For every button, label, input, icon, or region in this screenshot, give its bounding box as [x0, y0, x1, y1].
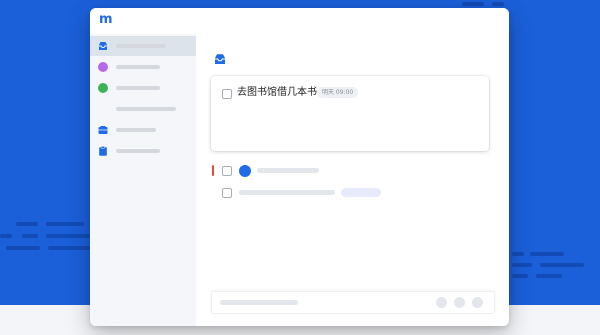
- folder-icon: [98, 126, 108, 134]
- quick-add-input[interactable]: [220, 300, 298, 305]
- date-button[interactable]: [436, 297, 447, 308]
- sidebar-item-label: [116, 107, 176, 111]
- decorative-line: [512, 263, 532, 267]
- sidebar-item-folder[interactable]: [90, 120, 196, 140]
- priority-button[interactable]: [454, 297, 465, 308]
- task-title-placeholder: [257, 168, 319, 173]
- sidebar-item-list-green[interactable]: [90, 78, 196, 98]
- task-title-placeholder: [239, 190, 335, 195]
- green-dot-icon: [98, 83, 108, 93]
- decorative-line: [48, 246, 90, 250]
- app-window: m 去图书馆借几本书 明天 09:00: [90, 8, 509, 326]
- decorative-line: [530, 252, 564, 256]
- decorative-line: [540, 263, 584, 267]
- title-bar: m: [90, 8, 509, 35]
- avatar: [239, 165, 251, 177]
- task-checkbox[interactable]: [222, 89, 232, 99]
- sidebar-item-label: [116, 128, 156, 132]
- app-logo: m: [99, 12, 113, 27]
- sidebar-item-label: [116, 44, 166, 48]
- sidebar-item-label: [116, 65, 160, 69]
- due-date-tag[interactable]: 明天 09:00: [317, 87, 359, 98]
- decorative-line: [512, 252, 524, 256]
- task-row[interactable]: [196, 183, 509, 203]
- priority-marker: [212, 165, 214, 176]
- tag-placeholder: [341, 188, 381, 197]
- purple-dot-icon: [98, 62, 108, 72]
- sidebar-item-list-purple[interactable]: [90, 57, 196, 77]
- task-row[interactable]: [196, 161, 509, 181]
- decorative-line: [492, 2, 504, 6]
- sidebar: [90, 34, 196, 326]
- inbox-icon: [215, 54, 225, 64]
- decorative-line: [536, 274, 562, 278]
- task-card[interactable]: 去图书馆借几本书 明天 09:00: [211, 76, 489, 151]
- decorative-line: [22, 234, 38, 238]
- sidebar-item-label: [116, 86, 160, 90]
- decorative-line: [16, 222, 38, 226]
- decorative-line: [6, 246, 40, 250]
- main-content: 去图书馆借几本书 明天 09:00: [196, 34, 509, 326]
- quick-add-bar[interactable]: [211, 291, 495, 314]
- decorative-line: [0, 234, 12, 238]
- decorative-line: [462, 2, 484, 6]
- sidebar-item-inbox[interactable]: [90, 36, 196, 56]
- list-button[interactable]: [472, 297, 483, 308]
- decorative-line: [512, 274, 528, 278]
- sidebar-item-clipboard[interactable]: [90, 141, 196, 161]
- clipboard-icon: [99, 146, 107, 156]
- decorative-line: [46, 222, 84, 226]
- sidebar-item-label: [116, 149, 160, 153]
- decorative-line: [46, 234, 90, 238]
- task-title[interactable]: 去图书馆借几本书: [237, 86, 317, 100]
- inbox-icon: [99, 42, 107, 50]
- sidebar-item-list[interactable]: [90, 99, 196, 119]
- task-checkbox[interactable]: [222, 166, 232, 176]
- task-checkbox[interactable]: [222, 188, 232, 198]
